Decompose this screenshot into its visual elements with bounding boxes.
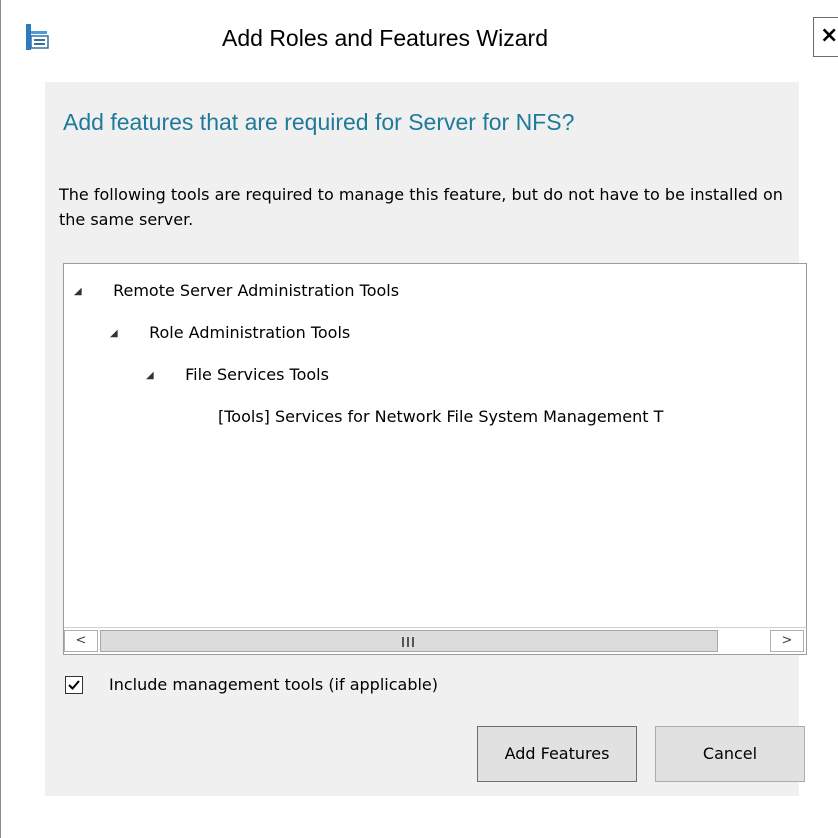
cancel-button[interactable]: Cancel [655,726,805,782]
dialog-heading: Add features that are required for Serve… [63,109,575,135]
checkmark-icon [68,680,80,690]
server-manager-icon [26,24,49,50]
tree-item-role-admin-tools[interactable]: ◢ Role Administration Tools [110,322,350,345]
horizontal-scrollbar[interactable]: < > [64,627,806,654]
scrollbar-thumb[interactable] [100,630,718,652]
tree-item-label: Role Administration Tools [149,323,351,342]
close-icon: × [820,23,838,48]
scroll-left-button[interactable]: < [64,630,98,652]
expanded-triangle-icon[interactable]: ◢ [110,323,122,345]
tree-item-remote-server-admin-tools[interactable]: ◢ Remote Server Administration Tools [74,280,399,303]
wizard-window: Add Roles and Features Wizard × Add feat… [0,0,838,838]
tree-item-label: Remote Server Administration Tools [113,281,400,300]
add-features-button[interactable]: Add Features [477,726,637,782]
tree-item-nfs-management-tools[interactable]: [Tools] Services for Network File System… [218,406,663,428]
chevron-right-icon: > [781,633,793,648]
expanded-triangle-icon[interactable]: ◢ [146,365,158,387]
expanded-triangle-icon[interactable]: ◢ [74,281,86,303]
window-title: Add Roles and Features Wizard [222,25,548,51]
tree-item-file-services-tools[interactable]: ◢ File Services Tools [146,364,329,387]
dialog-description: The following tools are required to mana… [59,185,783,229]
tree-item-label: File Services Tools [185,365,329,384]
title-bar[interactable]: Add Roles and Features Wizard × [1,0,838,78]
include-management-tools-checkbox[interactable] [65,676,83,694]
chevron-left-icon: < [75,633,87,648]
include-management-tools-label[interactable]: Include management tools (if applicable) [109,674,438,696]
grip-icon [402,637,414,647]
scroll-right-button[interactable]: > [770,630,804,652]
tree-item-label: [Tools] Services for Network File System… [218,407,664,426]
close-button[interactable]: × [813,17,838,57]
required-features-tree[interactable]: ◢ Remote Server Administration Tools ◢ R… [63,263,807,655]
